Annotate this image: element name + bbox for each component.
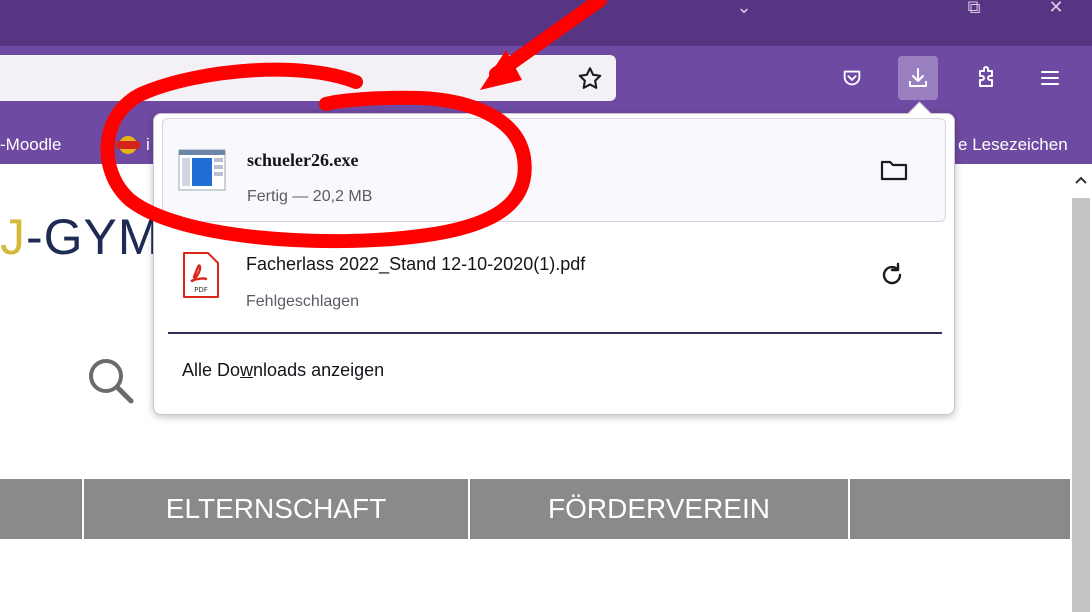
bookmark-partial[interactable]: i xyxy=(146,135,150,155)
bookmark-moodle[interactable]: -Moodle xyxy=(0,135,61,155)
menu-item-elternschaft[interactable]: ELTERNSCHAFT xyxy=(84,479,470,539)
download-item[interactable]: schueler26.exe Fertig — 20,2 MB xyxy=(162,118,946,222)
download-filename: Facherlass 2022_Stand 12-10-2020(1).pdf xyxy=(246,254,586,274)
star-icon[interactable] xyxy=(576,65,604,93)
site-logo[interactable]: J-GYM xyxy=(0,208,161,266)
scrollbar-thumb[interactable] xyxy=(1072,198,1090,612)
pdf-file-icon: PDF xyxy=(183,252,219,298)
logo-letter: J xyxy=(0,209,26,265)
page-scrollbar[interactable] xyxy=(1070,164,1092,612)
show-all-downloads-button[interactable]: Alle Downloads anzeigen xyxy=(182,360,384,381)
main-menu: ELTERNSCHAFT FÖRDERVEREIN xyxy=(0,479,1070,539)
retry-icon[interactable] xyxy=(878,262,908,288)
show-all-accesskey: w xyxy=(240,360,254,380)
pocket-icon[interactable] xyxy=(832,56,872,100)
download-icon[interactable] xyxy=(898,56,938,100)
url-bar[interactable] xyxy=(0,55,616,101)
menu-item-foerderverein[interactable]: FÖRDERVEREIN xyxy=(470,479,850,539)
exe-file-icon xyxy=(178,149,226,191)
other-bookmarks-label: Lesezeichen xyxy=(972,135,1068,154)
menu-icon[interactable] xyxy=(1030,56,1070,100)
menu-item-left[interactable] xyxy=(0,479,84,539)
minimize-button[interactable]: ⌄ xyxy=(724,0,764,22)
folder-icon[interactable] xyxy=(879,157,909,183)
other-bookmarks[interactable]: e Lesezeichen xyxy=(958,135,1068,155)
close-button[interactable]: ✕ xyxy=(1036,0,1076,22)
svg-text:PDF: PDF xyxy=(194,286,208,294)
title-bar: ⌄ ⧉ ✕ xyxy=(0,0,1092,46)
extensions-icon[interactable] xyxy=(966,56,1006,100)
other-bookmarks-prefix: e xyxy=(958,135,968,154)
restore-button[interactable]: ⧉ xyxy=(954,0,994,22)
fritzbox-favicon-icon[interactable] xyxy=(114,135,142,155)
search-icon[interactable] xyxy=(86,356,136,406)
download-item[interactable]: PDF Facherlass 2022_Stand 12-10-2020(1).… xyxy=(162,224,944,326)
download-status: Fehlgeschlagen xyxy=(246,293,359,310)
download-status: Fertig — 20,2 MB xyxy=(247,188,373,205)
show-all-text-start: Alle Do xyxy=(182,360,241,380)
scroll-up-icon[interactable] xyxy=(1073,172,1089,188)
logo-text: -GYM xyxy=(26,209,161,265)
show-all-text-end: nloads anzeigen xyxy=(253,360,385,380)
download-filename: schueler26.exe xyxy=(247,150,359,170)
menu-item-right[interactable] xyxy=(850,479,1070,539)
panel-separator xyxy=(168,332,942,334)
downloads-panel: schueler26.exe Fertig — 20,2 MB PDF Fach… xyxy=(153,101,955,415)
